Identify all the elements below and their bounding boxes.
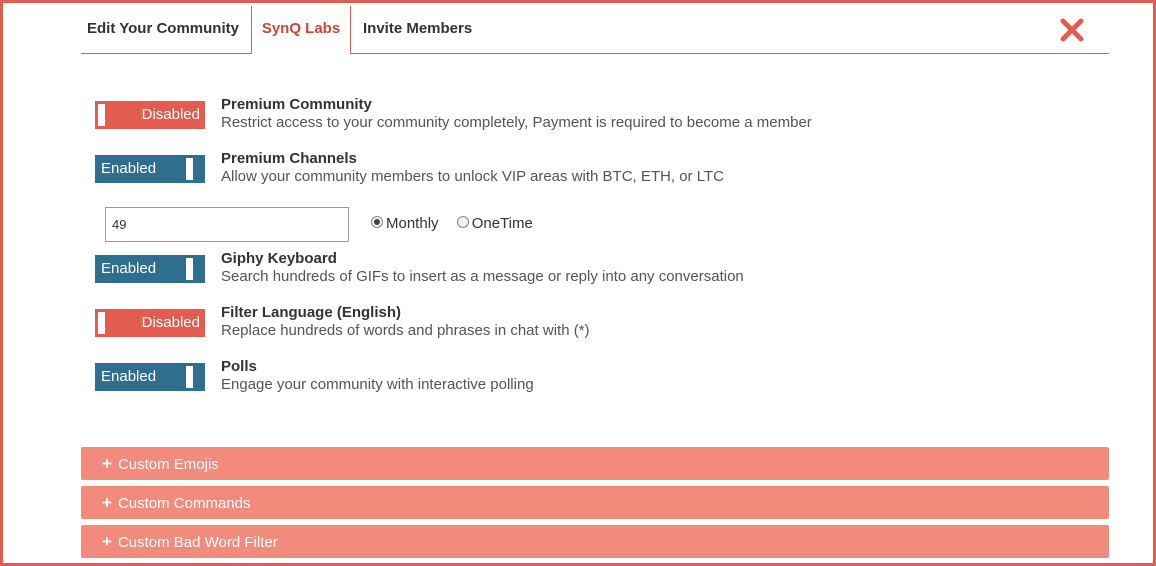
toggle-state-label: Disabled bbox=[141, 314, 200, 331]
feature-title: Giphy Keyboard bbox=[221, 250, 337, 267]
toggle-knob bbox=[98, 312, 105, 334]
feature-description: Allow your community members to unlock V… bbox=[221, 168, 724, 185]
custom-emojis-accordion[interactable]: + Custom Emojis bbox=[81, 447, 1109, 480]
feature-title: Premium Community bbox=[221, 96, 372, 113]
filter-language-toggle[interactable]: Disabled bbox=[95, 309, 205, 337]
feature-title: Filter Language (English) bbox=[221, 304, 402, 321]
feature-description: Replace hundreds of words and phrases in… bbox=[221, 322, 590, 339]
toggle-state-label: Enabled bbox=[101, 260, 157, 277]
radio-label: Monthly bbox=[386, 215, 439, 232]
custom-commands-accordion[interactable]: + Custom Commands bbox=[81, 486, 1109, 519]
toggle-state-label: Enabled bbox=[101, 160, 157, 177]
feature-title: Premium Channels bbox=[221, 150, 357, 167]
toggle-knob bbox=[186, 158, 193, 180]
billing-radio-group: Monthly OneTime bbox=[371, 215, 547, 232]
accordion-label: Custom Commands bbox=[117, 495, 251, 512]
price-input[interactable] bbox=[105, 207, 349, 242]
giphy-keyboard-toggle[interactable]: Enabled bbox=[95, 255, 205, 283]
toggle-state-label: Enabled bbox=[101, 368, 157, 385]
polls-toggle[interactable]: Enabled bbox=[95, 363, 205, 391]
billing-monthly-radio[interactable]: Monthly bbox=[371, 215, 439, 232]
tab-edit-community[interactable]: Edit Your Community bbox=[87, 6, 239, 53]
billing-onetime-radio[interactable]: OneTime bbox=[456, 215, 533, 232]
tab-synq-labs[interactable]: SynQ Labs bbox=[251, 6, 351, 54]
premium-community-toggle[interactable]: Disabled bbox=[95, 101, 205, 129]
toggle-state-label: Disabled bbox=[141, 106, 200, 123]
accordion-label: Custom Emojis bbox=[117, 456, 219, 473]
radio-label: OneTime bbox=[471, 215, 533, 232]
toggle-knob bbox=[186, 258, 193, 280]
tab-invite-members[interactable]: Invite Members bbox=[363, 6, 472, 53]
radio-unchecked-icon bbox=[456, 216, 469, 229]
toggle-knob bbox=[186, 366, 193, 388]
settings-panel: Edit Your Community SynQ Labs Invite Mem… bbox=[0, 0, 1156, 566]
tab-bar: Edit Your Community SynQ Labs Invite Mem… bbox=[81, 6, 1109, 54]
plus-icon: + bbox=[102, 532, 112, 551]
close-icon[interactable] bbox=[1060, 18, 1084, 42]
accordion-label: Custom Bad Word Filter bbox=[117, 534, 278, 551]
feature-description: Search hundreds of GIFs to insert as a m… bbox=[221, 268, 744, 285]
custom-bad-word-filter-accordion[interactable]: + Custom Bad Word Filter bbox=[81, 525, 1109, 558]
feature-description: Restrict access to your community comple… bbox=[221, 114, 812, 131]
plus-icon: + bbox=[102, 493, 112, 512]
premium-channels-toggle[interactable]: Enabled bbox=[95, 155, 205, 183]
toggle-knob bbox=[98, 104, 105, 126]
plus-icon: + bbox=[102, 454, 112, 473]
feature-title: Polls bbox=[221, 358, 257, 375]
radio-checked-icon bbox=[371, 216, 383, 229]
feature-description: Engage your community with interactive p… bbox=[221, 376, 534, 393]
